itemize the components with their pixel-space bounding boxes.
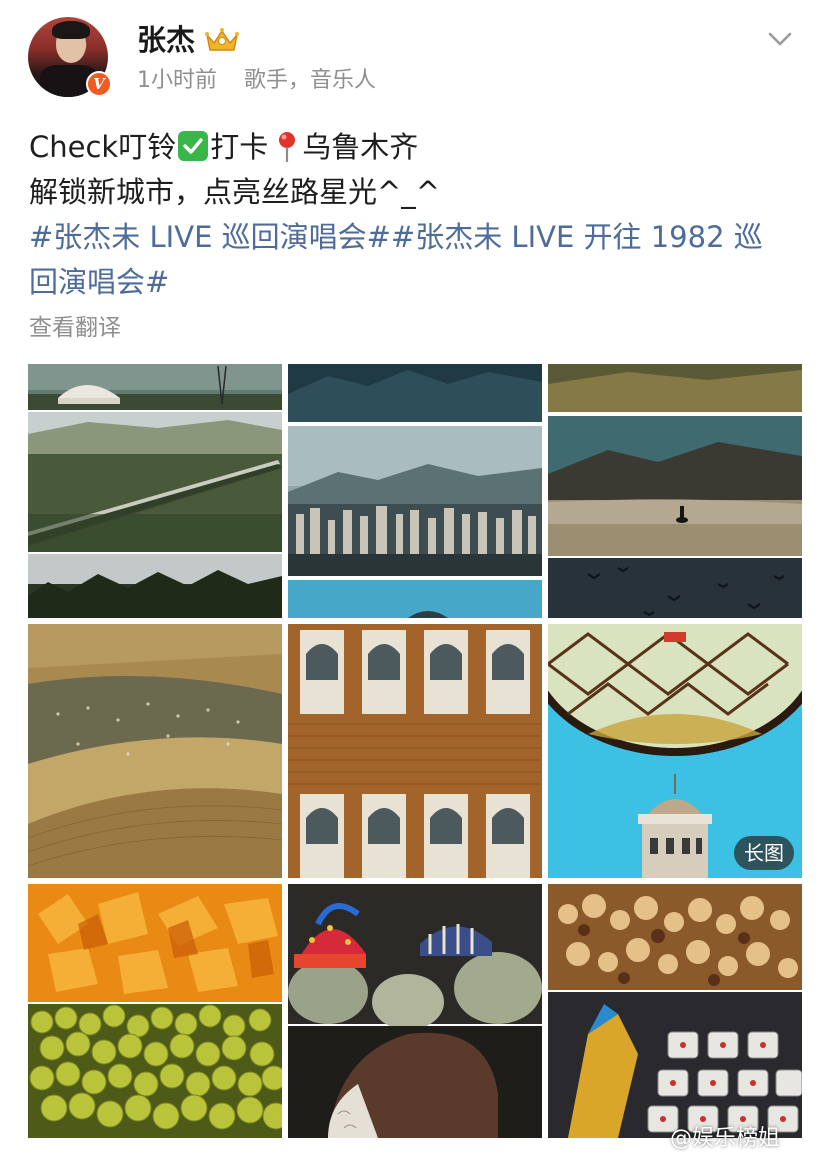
author-name[interactable]: 张杰: [137, 22, 195, 58]
image-thumbnail-train[interactable]: [28, 364, 282, 618]
image-thumbnail-hillside[interactable]: [28, 624, 282, 878]
post-text-city: 乌鲁木齐: [302, 130, 419, 164]
author-description: 歌手，音乐人: [244, 68, 377, 93]
post-text: Check叮铃 打卡 乌鲁木齐 解锁新城市，点亮丝路星光^_^ #张杰未 LIVE …: [29, 125, 799, 305]
image-thumbnail-rider[interactable]: [548, 364, 802, 618]
post-time: 1小时前: [137, 68, 217, 93]
image-thumbnail-caps[interactable]: [288, 884, 542, 1138]
check-mark-icon: [178, 131, 209, 161]
long-image-badge: 长图: [734, 836, 794, 870]
translate-link[interactable]: 查看翻译: [29, 312, 121, 344]
post-text-line-2: 解锁新城市，点亮丝路星光^_^: [29, 175, 441, 209]
post-text-check: Check叮铃: [29, 130, 177, 164]
image-grid: 长图: [28, 364, 802, 1138]
image-thumbnail-pilaf[interactable]: [548, 884, 802, 1138]
image-thumbnail-mosque[interactable]: 长图: [548, 624, 802, 878]
location-pin-icon: [279, 132, 296, 162]
hashtag-link-1[interactable]: #张杰未 LIVE 巡回演唱会#: [29, 220, 391, 254]
post-header: V 张杰 1小时前 歌手，音乐人: [0, 0, 828, 110]
image-thumbnail-fruit[interactable]: [28, 884, 282, 1138]
post-text-checkin: 打卡: [210, 130, 269, 164]
crown-icon: [205, 28, 239, 51]
image-thumbnail-building[interactable]: [288, 624, 542, 878]
post-text-line-1: Check叮铃 打卡 乌鲁木齐: [29, 125, 799, 170]
post-meta: 1小时前 歌手，音乐人: [137, 66, 376, 96]
hashtags: #张杰未 LIVE 巡回演唱会##张杰未 LIVE 开往 1982 巡回演唱会#: [29, 215, 789, 305]
verified-badge-icon: V: [86, 71, 112, 97]
chevron-down-icon[interactable]: [766, 26, 794, 52]
avatar-hair: [52, 21, 90, 39]
image-thumbnail-city[interactable]: [288, 364, 542, 618]
watermark: @娱乐榜姐: [670, 1126, 781, 1151]
